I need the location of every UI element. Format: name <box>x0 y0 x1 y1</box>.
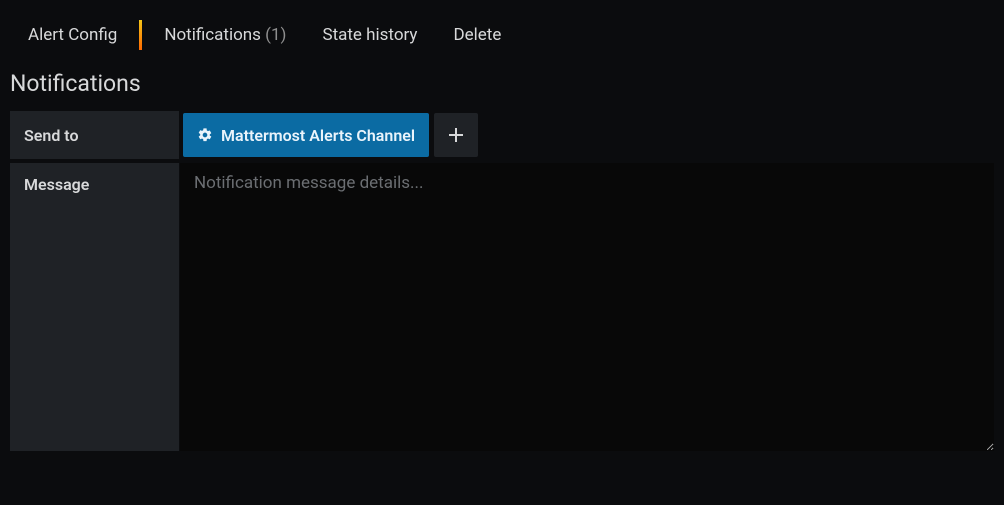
section-title: Notifications <box>10 70 994 97</box>
tab-state-history[interactable]: State history <box>304 15 435 55</box>
send-to-row: Send to Mattermost Alerts Channel <box>10 111 994 159</box>
message-row: Message <box>10 163 994 451</box>
channel-chips: Mattermost Alerts Channel <box>180 111 481 159</box>
add-channel-button[interactable] <box>434 113 478 157</box>
tab-alert-config[interactable]: Alert Config <box>10 15 135 55</box>
tab-notifications-label: Notifications <box>164 25 261 45</box>
plus-icon <box>449 123 463 147</box>
tab-divider <box>139 20 142 50</box>
gear-icon <box>197 127 213 143</box>
tab-delete[interactable]: Delete <box>435 15 519 55</box>
tab-delete-label: Delete <box>453 25 501 45</box>
tab-notifications-count: (1) <box>265 25 286 45</box>
notifications-section: Notifications Send to Mattermost Alerts … <box>0 70 1004 451</box>
tab-notifications[interactable]: Notifications (1) <box>146 15 304 55</box>
channel-chip-mattermost[interactable]: Mattermost Alerts Channel <box>183 113 429 157</box>
tabs-bar: Alert Config Notifications (1) State his… <box>0 0 1004 70</box>
tab-alert-config-label: Alert Config <box>28 25 117 45</box>
channel-chip-label: Mattermost Alerts Channel <box>221 126 415 145</box>
send-to-label: Send to <box>10 111 180 159</box>
message-textarea[interactable] <box>180 163 994 451</box>
tab-state-history-label: State history <box>322 25 417 45</box>
message-label: Message <box>10 163 180 451</box>
